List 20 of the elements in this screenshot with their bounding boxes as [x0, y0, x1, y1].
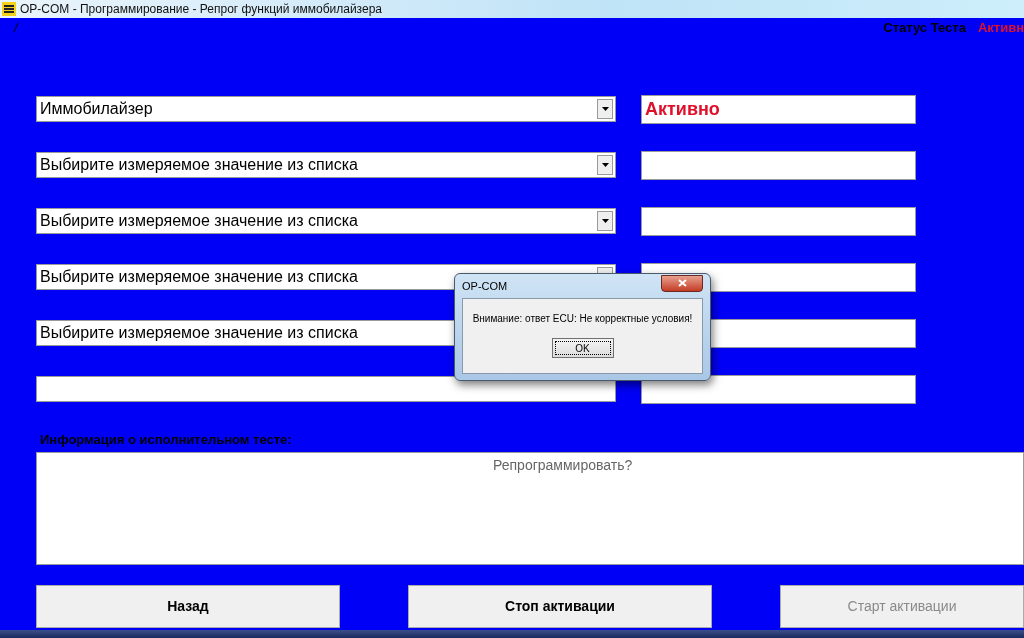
- info-text: Репрограммировать?: [493, 456, 633, 475]
- corner-mark: /: [14, 19, 18, 38]
- dropdown[interactable]: Выбирите измеряемое значение из списка: [36, 152, 616, 178]
- input-field[interactable]: [36, 376, 616, 402]
- caret-icon[interactable]: [601, 163, 609, 167]
- dropdown[interactable]: Выбирите измеряемое значение из списка: [36, 208, 616, 234]
- info-label: Информация о исполнительном тесте:: [40, 431, 293, 448]
- status-label: Статус Теста: [883, 19, 966, 38]
- result-field: Активно: [641, 94, 916, 124]
- caret-icon[interactable]: [601, 219, 609, 223]
- app-logo-icon: [2, 2, 16, 16]
- close-button[interactable]: [661, 274, 703, 292]
- action-button[interactable]: Стоп активации: [408, 585, 712, 628]
- status-value: Активн: [977, 19, 1024, 38]
- action-button[interactable]: Назад: [36, 585, 340, 628]
- caret-icon[interactable]: [601, 107, 609, 111]
- dropdown[interactable]: Иммобилайзер: [36, 96, 616, 122]
- ok-button[interactable]: OK: [551, 338, 614, 358]
- window-title: OP-COM - Программирование - Репрог функций иммобилайзера: [20, 1, 382, 18]
- close-icon[interactable]: [677, 279, 687, 287]
